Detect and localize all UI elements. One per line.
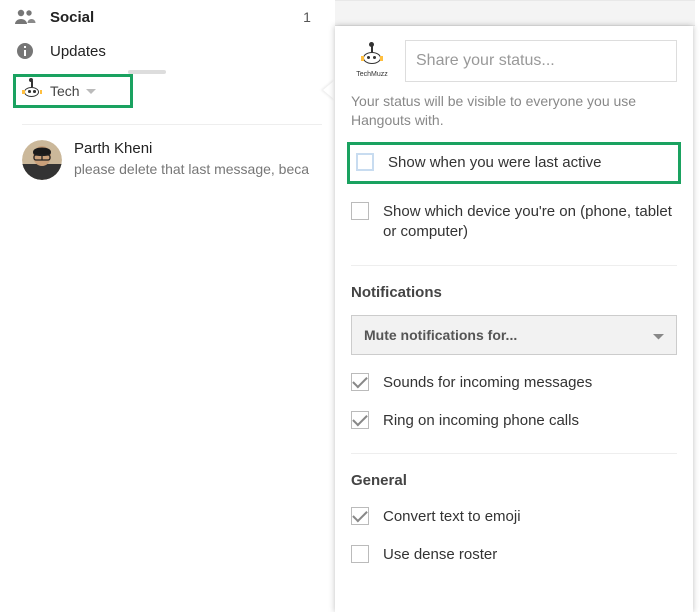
option-sounds[interactable]: Sounds for incoming messages <box>351 373 677 393</box>
chevron-down-icon <box>86 82 96 100</box>
divider <box>351 453 677 454</box>
status-hint: Your status will be visible to everyone … <box>351 92 677 130</box>
info-icon <box>0 42 50 60</box>
chevron-down-icon <box>653 327 664 343</box>
panel-pointer-icon <box>323 80 335 100</box>
category-social-label: Social <box>50 9 289 26</box>
section-notifications: Notifications <box>351 284 677 301</box>
mute-dropdown[interactable]: Mute notifications for... <box>351 315 677 355</box>
category-social[interactable]: Social 1 <box>0 0 325 34</box>
contact-name: Parth Kheni <box>74 140 309 157</box>
section-general: General <box>351 472 677 489</box>
divider <box>22 124 322 125</box>
checkbox-sounds[interactable] <box>351 373 369 391</box>
profile-name: Tech <box>50 83 80 99</box>
option-emoji[interactable]: Convert text to emoji <box>351 507 677 527</box>
status-placeholder: Share your status... <box>416 52 555 70</box>
checkbox-device[interactable] <box>351 202 369 220</box>
people-icon <box>0 9 50 25</box>
mute-label: Mute notifications for... <box>364 327 517 343</box>
option-dense[interactable]: Use dense roster <box>351 545 677 565</box>
robot-avatar-icon <box>22 81 42 101</box>
panel-backdrop <box>335 0 695 26</box>
avatar <box>22 140 62 180</box>
option-ring[interactable]: Ring on incoming phone calls <box>351 411 677 431</box>
option-device[interactable]: Show which device you're on (phone, tabl… <box>351 202 677 243</box>
checkbox-dense[interactable] <box>351 545 369 563</box>
contact-message: please delete that last message, beca <box>74 161 309 177</box>
settings-panel: TechMuzz Share your status... Your statu… <box>335 26 693 612</box>
brand-logo: TechMuzz <box>351 45 393 78</box>
checkbox-ring[interactable] <box>351 411 369 429</box>
category-updates-label: Updates <box>50 43 289 60</box>
checkbox-emoji[interactable] <box>351 507 369 525</box>
drag-handle[interactable] <box>128 70 166 74</box>
option-last-active[interactable]: Show when you were last active <box>347 142 681 184</box>
contact-row[interactable]: Parth Kheni please delete that last mess… <box>22 140 309 180</box>
category-updates[interactable]: Updates <box>0 34 325 68</box>
status-input[interactable]: Share your status... <box>405 40 677 82</box>
checkbox-last-active[interactable] <box>356 153 374 171</box>
category-social-count: 1 <box>289 9 325 25</box>
divider <box>351 265 677 266</box>
profile-dropdown[interactable]: Tech <box>13 74 133 108</box>
left-column: Social 1 Updates <box>0 0 325 76</box>
